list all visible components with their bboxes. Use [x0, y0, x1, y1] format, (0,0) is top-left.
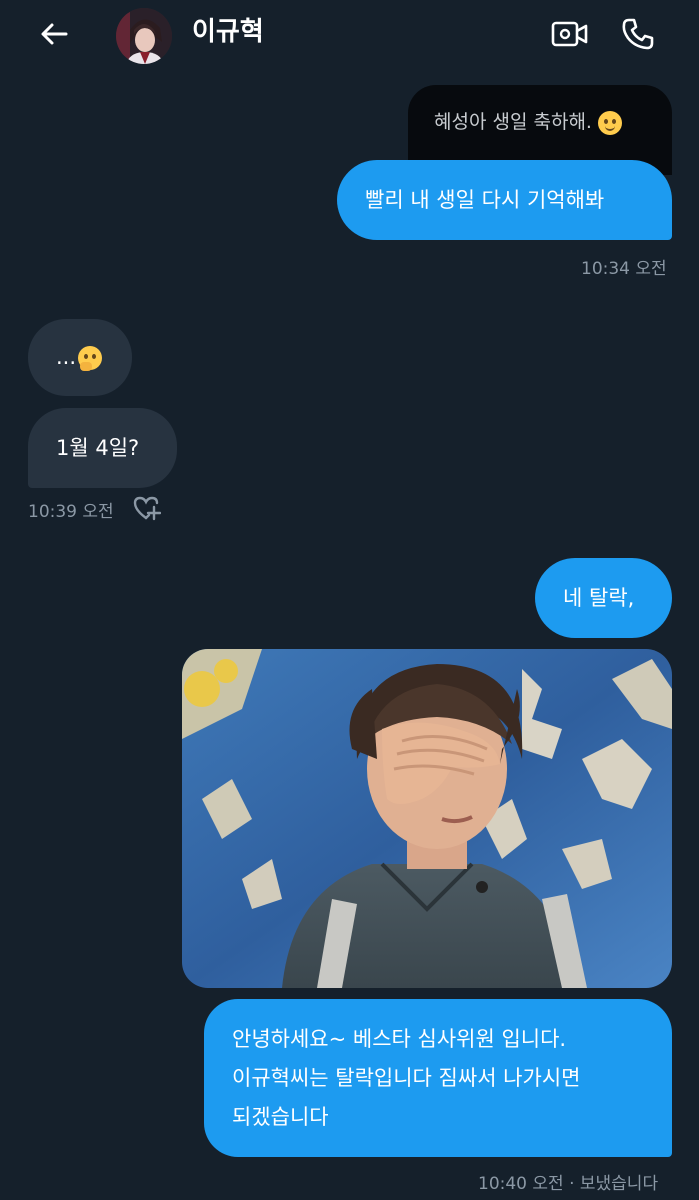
- smirking-face-emoji-icon: [597, 110, 622, 135]
- message-bubble-sent[interactable]: 빨리 내 생일 다시 기억해봐: [337, 160, 672, 240]
- avatar[interactable]: [116, 8, 172, 64]
- message-timestamp: 10:40 오전 · 보냈습니다: [478, 1174, 659, 1194]
- thinking-face-emoji-icon: [78, 346, 103, 371]
- photo-image: [182, 649, 672, 988]
- message-text-line: 이규혁씨는 탈락입니다 짐싸서 나가시면: [232, 1066, 581, 1090]
- message-bubble-sent[interactable]: 네 탈락,: [535, 558, 672, 638]
- message-photo[interactable]: [182, 649, 672, 988]
- heart-plus-icon: [133, 496, 161, 521]
- phone-icon: [622, 18, 654, 50]
- message-timestamp: 10:39 오전: [28, 502, 114, 522]
- message-text: 1월 4일?: [56, 436, 140, 460]
- message-timestamp: 10:34 오전: [581, 259, 667, 279]
- avatar-image: [116, 8, 172, 64]
- conversation-header: 이규혁: [0, 0, 699, 70]
- video-camera-icon: [551, 21, 588, 47]
- message-text-line: 안녕하세요~ 베스타 심사위원 입니다.: [232, 1027, 567, 1051]
- arrow-left-icon: [41, 23, 68, 45]
- message-text: ...: [56, 345, 77, 369]
- contact-name[interactable]: 이규혁: [192, 14, 264, 50]
- video-call-button[interactable]: [548, 14, 592, 54]
- message-bubble-sent[interactable]: 안녕하세요~ 베스타 심사위원 입니다. 이규혁씨는 탈락입니다 짐싸서 나가시…: [204, 999, 672, 1157]
- back-button[interactable]: [34, 14, 74, 54]
- voice-call-button[interactable]: [616, 12, 660, 56]
- dm-conversation-screen: 이규혁 혜성아 생일 축하해. 빨리 내 생일 다시 기억해봐 10:34 오전…: [0, 0, 699, 1200]
- message-text: 빨리 내 생일 다시 기억해봐: [365, 188, 605, 212]
- message-bubble-received[interactable]: 1월 4일?: [28, 408, 177, 488]
- message-text: 네 탈락,: [563, 586, 635, 610]
- quoted-reply-text: 혜성아 생일 축하해.: [434, 111, 592, 133]
- message-bubble-received[interactable]: ...: [28, 319, 132, 396]
- add-reaction-button[interactable]: [130, 492, 162, 524]
- message-text-line: 되겠습니다: [232, 1105, 329, 1129]
